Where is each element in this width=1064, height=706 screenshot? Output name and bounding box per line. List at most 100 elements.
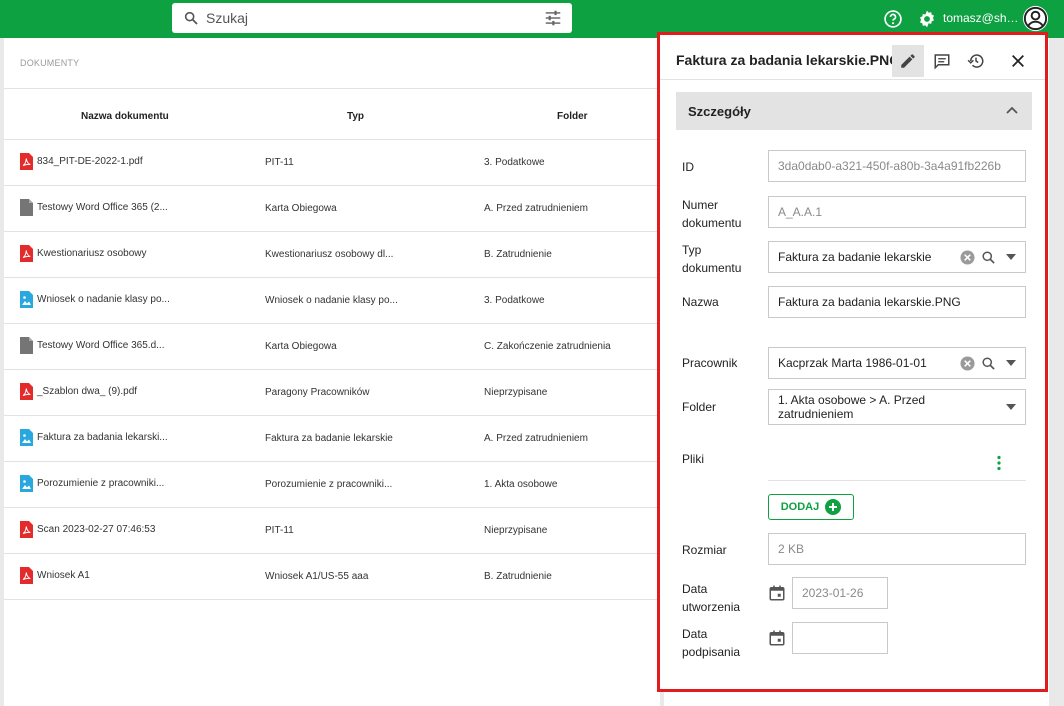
name-label: Nazwa — [682, 295, 719, 309]
document-type: Kwestionariusz osobowy dl... — [265, 249, 394, 260]
panel-title: Faktura za badania lekarskie.PNG — [676, 52, 901, 68]
column-header-name[interactable]: Nazwa dokumentu — [81, 111, 169, 122]
divider — [660, 79, 1045, 80]
document-folder: B. Zatrudnienie — [484, 249, 552, 260]
size-field[interactable]: 2 KB — [768, 533, 1026, 565]
table-row[interactable]: Kwestionariusz osobowy Kwestionariusz oso… — [4, 232, 660, 278]
document-name[interactable]: Scan 2023-02-27 07:46:53 — [37, 524, 155, 535]
search-icon[interactable] — [981, 250, 996, 265]
document-type: Faktura za badanie lekarskie — [265, 433, 393, 444]
close-icon — [1012, 55, 1024, 67]
document-name[interactable]: Testowy Word Office 365 (2... — [37, 202, 168, 213]
image-icon — [20, 429, 33, 446]
name-value: Faktura za badania lekarskie.PNG — [778, 295, 961, 309]
document-type-label: Typ dokumentu — [682, 243, 742, 275]
column-header-type[interactable]: Typ — [347, 111, 364, 122]
image-icon — [20, 475, 33, 492]
pdf-icon — [20, 521, 33, 538]
id-field[interactable]: 3da0dab0-a321-450f-a80b-3a4a91fb226b — [768, 150, 1026, 182]
document-name[interactable]: Testowy Word Office 365.d... — [37, 340, 164, 351]
size-label: Rozmiar — [682, 543, 727, 557]
document-type: Karta Obiegowa — [265, 203, 337, 214]
name-field[interactable]: Faktura za badania lekarskie.PNG — [768, 286, 1026, 318]
document-type: PIT-11 — [265, 525, 294, 536]
edit-button[interactable] — [892, 45, 924, 77]
folder-label: Folder — [682, 400, 717, 414]
id-value: 3da0dab0-a321-450f-a80b-3a4a91fb226b — [778, 159, 1001, 173]
dropdown-arrow-icon[interactable] — [1006, 404, 1016, 410]
table-row[interactable]: Wniosek o nadanie klasy po... Wniosek o n… — [4, 278, 660, 324]
employee-value: Kacprzak Marta 1986-01-01 — [778, 356, 927, 370]
document-type: Paragony Pracowników — [265, 387, 370, 398]
user-name[interactable]: tomasz@sharp.pl — [943, 11, 1021, 25]
created-date-field[interactable]: 2023-01-26 — [792, 577, 888, 609]
section-label: DOKUMENTY — [20, 58, 80, 68]
created-date-label: Data utworzenia — [682, 582, 741, 614]
document-type: Porozumienie z pracowniki... — [265, 479, 393, 490]
document-name[interactable]: Kwestionariusz osobowy — [37, 248, 147, 259]
search-icon[interactable] — [981, 356, 996, 371]
document-folder: B. Zatrudnienie — [484, 571, 552, 582]
table-row[interactable]: _Szablon dwa_ (9).pdf Paragony Pracownikó… — [4, 370, 660, 416]
document-name[interactable]: Wniosek o nadanie klasy po... — [37, 294, 170, 305]
divider — [768, 480, 1026, 481]
close-button[interactable] — [1002, 45, 1034, 77]
search-box[interactable]: Szukaj — [172, 3, 572, 33]
document-type: PIT-11 — [265, 157, 294, 168]
table-row[interactable]: Testowy Word Office 365 (2... Karta Obieg… — [4, 186, 660, 232]
more-vert-icon[interactable] — [996, 455, 1002, 471]
calendar-icon[interactable] — [768, 584, 786, 602]
document-type: Wniosek o nadanie klasy po... — [265, 295, 398, 306]
table-row[interactable]: Wniosek A1 Wniosek A1/US-55 aaa B. Zatrudn… — [4, 554, 660, 600]
document-type-value: Faktura za badanie lekarskie — [778, 250, 932, 264]
add-file-button[interactable]: DODAJ — [768, 494, 854, 520]
document-number-value: A_A.A.1 — [778, 205, 823, 219]
add-file-label: DODAJ — [780, 501, 820, 513]
document-name[interactable]: Porozumienie z pracowniki... — [37, 478, 164, 489]
chevron-up-icon[interactable] — [1006, 105, 1018, 115]
table-body: 834_PIT-DE-2022-1.pdf PIT-11 3. Podatkowe T… — [4, 140, 660, 600]
table-row[interactable]: Porozumienie z pracowniki... Porozumienie… — [4, 462, 660, 508]
pdf-icon — [20, 383, 33, 400]
document-name[interactable]: 834_PIT-DE-2022-1.pdf — [37, 156, 143, 167]
size-value: 2 KB — [778, 542, 805, 556]
document-type: Karta Obiegowa — [265, 341, 337, 352]
history-button[interactable] — [960, 45, 992, 77]
folder-value: 1. Akta osobowe > A. Przed zatrudnieniem — [778, 393, 926, 421]
user-avatar-icon[interactable] — [1021, 4, 1050, 33]
document-folder: 1. Akta osobowe — [484, 479, 558, 490]
comment-icon — [934, 54, 950, 70]
table-row[interactable]: 834_PIT-DE-2022-1.pdf PIT-11 3. Podatkowe — [4, 140, 660, 186]
pdf-icon — [20, 245, 33, 262]
table-row[interactable]: Faktura za badania lekarski... Faktura za… — [4, 416, 660, 462]
document-number-field[interactable]: A_A.A.1 — [768, 196, 1026, 228]
folder-select[interactable]: 1. Akta osobowe > A. Przed zatrudnieniem — [768, 389, 1026, 425]
document-folder: C. Zakończenie zatrudnienia — [484, 341, 611, 352]
document-type-select[interactable]: Faktura za badanie lekarskie — [768, 241, 1026, 273]
document-name[interactable]: _Szablon dwa_ (9).pdf — [37, 386, 137, 397]
table-row[interactable]: Scan 2023-02-27 07:46:53 PIT-11 Nieprzypis… — [4, 508, 660, 554]
section-title: Szczegóły — [688, 104, 751, 119]
document-folder: 3. Podatkowe — [484, 295, 545, 306]
pdf-icon — [20, 153, 33, 170]
filter-settings-icon[interactable] — [544, 10, 562, 26]
document-name[interactable]: Faktura za badania lekarski... — [37, 432, 168, 443]
column-header-folder[interactable]: Folder — [557, 111, 588, 122]
search-input[interactable]: Szukaj — [206, 10, 248, 26]
gear-icon[interactable] — [917, 9, 937, 29]
comments-button[interactable] — [926, 45, 958, 77]
signed-date-field[interactable] — [792, 622, 888, 654]
clear-icon[interactable] — [960, 249, 975, 265]
dropdown-arrow-icon[interactable] — [1006, 360, 1016, 366]
calendar-icon[interactable] — [768, 629, 786, 647]
help-icon[interactable] — [883, 9, 903, 29]
dropdown-arrow-icon[interactable] — [1006, 254, 1016, 260]
document-folder: Nieprzypisane — [484, 525, 548, 536]
employee-select[interactable]: Kacprzak Marta 1986-01-01 — [768, 347, 1026, 379]
details-section-header[interactable]: Szczegóły — [676, 92, 1032, 130]
document-name[interactable]: Wniosek A1 — [37, 570, 90, 581]
table-row[interactable]: Testowy Word Office 365.d... Karta Obiego… — [4, 324, 660, 370]
history-icon — [967, 54, 984, 68]
created-date-value: 2023-01-26 — [802, 586, 864, 600]
clear-icon[interactable] — [960, 355, 975, 371]
